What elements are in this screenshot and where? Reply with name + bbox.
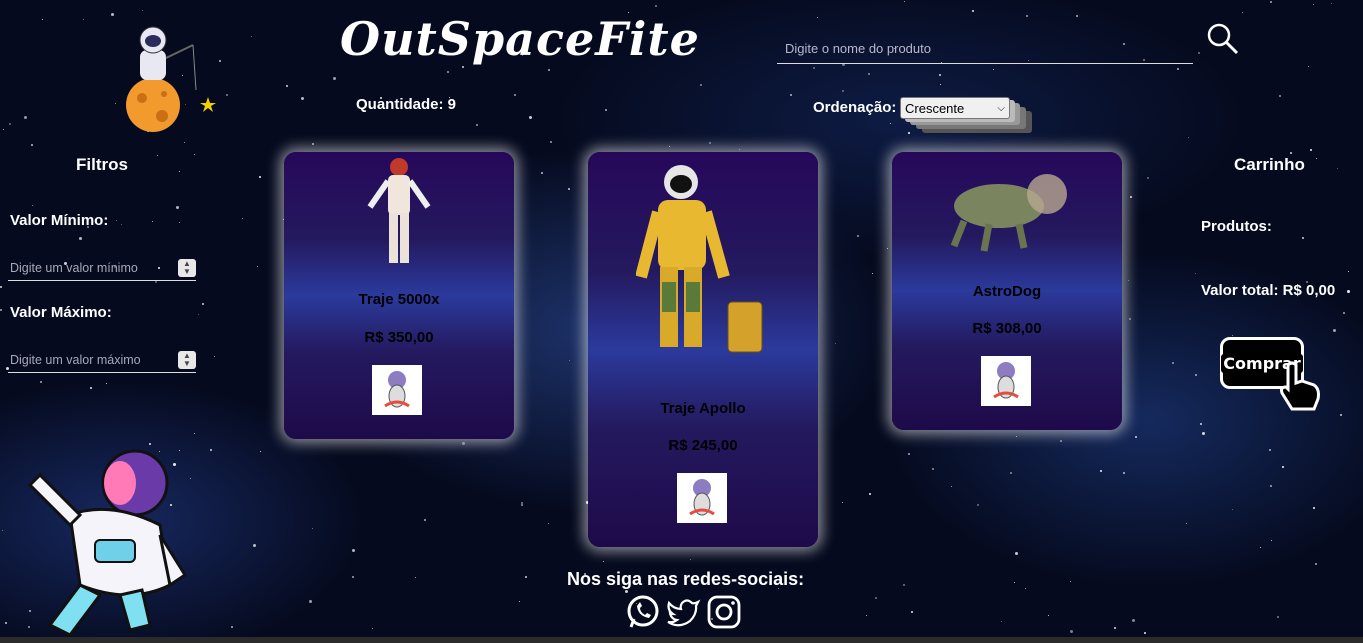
rocket-astronaut-icon — [993, 362, 1019, 399]
product-card: Traje 5000x R$ 350,00 — [284, 152, 514, 439]
cart-products-label: Produtos: — [1201, 218, 1272, 235]
add-to-cart-button[interactable] — [677, 473, 727, 523]
product-price: R$ 350,00 — [364, 329, 434, 346]
site-title: OutSpaceFite — [340, 12, 700, 66]
buy-button[interactable]: Comprar — [1218, 335, 1322, 411]
product-name: Traje 5000x — [358, 291, 440, 308]
bottom-bar — [0, 637, 1363, 643]
space-suit-image — [950, 174, 1067, 252]
instagram-icon[interactable] — [706, 594, 742, 630]
max-value-label: Valor Máximo: — [10, 304, 112, 321]
chevron-down-icon: ⌵ — [997, 102, 1005, 114]
cart-title: Carrinho — [1234, 155, 1305, 174]
min-value-placeholder: Digite um valor mínimo — [10, 260, 138, 275]
product-price: R$ 308,00 — [972, 320, 1042, 337]
product-card: AstroDog R$ 308,00 — [892, 152, 1122, 430]
whatsapp-icon[interactable] — [625, 594, 661, 630]
product-price: R$ 245,00 — [668, 437, 738, 454]
max-value-input[interactable]: Digite um valor máximo ▲ ▼ — [8, 347, 196, 373]
floating-astronaut-illustration — [27, 449, 188, 637]
search-input[interactable] — [777, 34, 1193, 64]
twitter-icon[interactable] — [665, 594, 701, 630]
product-name: AstroDog — [972, 283, 1042, 300]
rocket-astronaut-icon — [689, 479, 715, 516]
follow-social-text: Nos siga nas redes-sociais: — [567, 569, 805, 589]
filters-title: Filtros — [76, 155, 128, 174]
sort-label: Ordenação: — [813, 99, 897, 116]
product-name: Traje Apollo — [660, 400, 746, 417]
sort-selected-value: Crescente — [905, 100, 965, 116]
add-to-cart-button[interactable] — [981, 356, 1031, 406]
space-suit-image — [636, 165, 763, 353]
max-value-placeholder: Digite um valor máximo — [10, 352, 141, 367]
cart-total: Valor total: R$ 0,00 — [1201, 282, 1336, 299]
astronaut-planet-logo — [126, 26, 216, 132]
sort-select[interactable]: Crescente ⌵ — [900, 97, 1010, 119]
product-quantity: Quantidade: 9 — [356, 96, 457, 113]
number-spinner-icon[interactable]: ▲ ▼ — [178, 258, 196, 277]
search-icon[interactable] — [1206, 22, 1240, 56]
number-spinner-icon[interactable]: ▲ ▼ — [178, 350, 196, 369]
space-suit-image — [367, 158, 431, 263]
product-card: Traje Apollo R$ 245,00 — [588, 152, 818, 547]
add-to-cart-button[interactable] — [372, 365, 422, 415]
min-value-input[interactable]: Digite um valor mínimo ▲ ▼ — [8, 255, 196, 281]
pointer-hand-icon — [1280, 361, 1320, 411]
min-value-label: Valor Mínimo: — [10, 212, 109, 229]
rocket-astronaut-icon — [384, 371, 410, 408]
